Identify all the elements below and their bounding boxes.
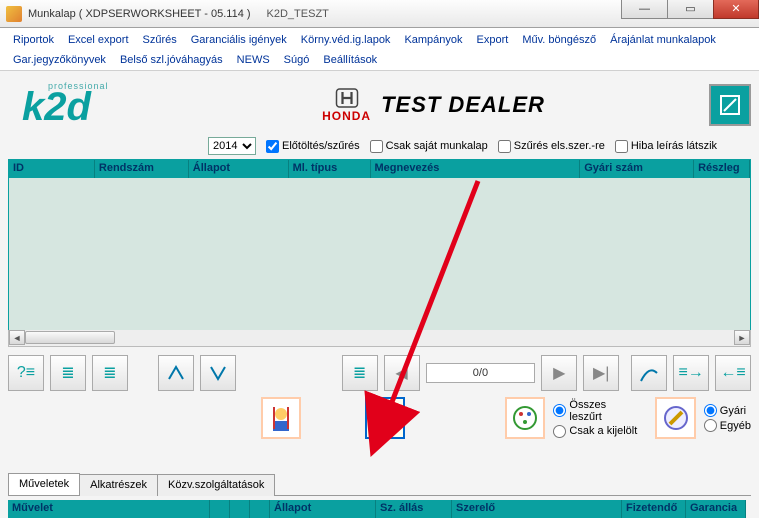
logo-brand: k2d — [22, 85, 91, 130]
tab-alkatreszek[interactable]: Alkatrészek — [79, 474, 158, 496]
tabgrid-col-header[interactable] — [250, 500, 270, 518]
close-button[interactable]: ✕ — [713, 0, 759, 19]
menu-garancialis[interactable]: Garanciális igények — [184, 30, 294, 50]
paint-button[interactable] — [655, 397, 695, 439]
list-button[interactable]: ≣ — [50, 355, 86, 391]
tabgrid-col-header[interactable]: Garancia — [686, 500, 746, 518]
grid-col-header[interactable]: Részleg — [694, 160, 750, 178]
menu-garjegyzo[interactable]: Gar.jegyzőkönyvek — [6, 50, 113, 70]
tabgrid-col-header[interactable] — [230, 500, 250, 518]
grid-col-header[interactable]: Megnevezés — [371, 160, 581, 178]
minimize-button[interactable]: — — [621, 0, 667, 19]
menu-riportok[interactable]: Riportok — [6, 30, 61, 50]
menu-excel-export[interactable]: Excel export — [61, 30, 136, 50]
grid-col-header[interactable]: Gyári szám — [580, 160, 694, 178]
menu-muv-bongeszo[interactable]: Műv. böngésző — [515, 30, 603, 50]
scroll-right-icon[interactable]: ► — [734, 330, 750, 345]
highlighted-action-button[interactable] — [365, 397, 405, 439]
help-button[interactable]: ?≡ — [8, 355, 44, 391]
grid-col-header[interactable]: Állapot — [189, 160, 289, 178]
tabgrid-col-header[interactable] — [210, 500, 230, 518]
menu-beallitasok[interactable]: Beállítások — [316, 50, 384, 70]
prefill-label: Előtöltés/szűrés — [282, 140, 360, 152]
filtered-checkbox[interactable] — [498, 140, 511, 153]
manufacturer-label: HONDA — [322, 109, 371, 123]
type-radiogroup: Gyári Egyéb — [704, 404, 751, 432]
radio-all-label: Összes leszűrt — [569, 399, 637, 423]
last-button[interactable]: ▶| — [583, 355, 619, 391]
grid-hscrollbar[interactable]: ◄ ► — [8, 330, 751, 347]
tab-kozv[interactable]: Közv.szolgáltatások — [157, 474, 275, 496]
tabgrid-col-header[interactable]: Szerelő — [452, 500, 622, 518]
radio-all[interactable] — [553, 404, 566, 417]
toolbar-row-2: Összes leszűrt Csak a kijelölt Gyári Egy… — [8, 397, 751, 439]
list2-button[interactable]: ≣ — [92, 355, 128, 391]
menu-arajanlat[interactable]: Árajánlat munkalapok — [603, 30, 723, 50]
scroll-left-icon[interactable]: ◄ — [9, 330, 25, 345]
filtered-label: Szűrés els.szer.-re — [514, 140, 605, 152]
sort-desc-button[interactable] — [200, 355, 236, 391]
sort-asc-button[interactable] — [158, 355, 194, 391]
tabgrid-col-header[interactable]: Állapot — [270, 500, 376, 518]
menu-sugo[interactable]: Súgó — [277, 50, 317, 70]
grid-col-header[interactable]: ID — [9, 160, 95, 178]
errdesc-checkbox[interactable] — [615, 140, 628, 153]
first-button[interactable]: ◀ — [384, 355, 420, 391]
dealer-name: TEST DEALER — [381, 92, 545, 118]
errdesc-label: Hiba leírás látszik — [631, 140, 717, 152]
tabgrid-col-header[interactable]: Művelet — [8, 500, 210, 518]
prefill-checkbox[interactable] — [266, 140, 279, 153]
year-select[interactable]: 2014 — [208, 137, 256, 155]
radio-gyari-label: Gyári — [720, 405, 746, 417]
maximize-button[interactable]: ▭ — [667, 0, 713, 19]
own-label: Csak saját munkalap — [386, 140, 488, 152]
detail-tabs: Műveletek Alkatrészek Közv.szolgáltatáso… — [8, 473, 751, 518]
tab-muveletek[interactable]: Műveletek — [8, 473, 80, 495]
tabgrid-col-header[interactable]: Fizetendő — [622, 500, 686, 518]
radio-egyeb-label: Egyéb — [720, 420, 751, 432]
filter-scope-radiogroup: Összes leszűrt Csak a kijelölt — [553, 399, 637, 438]
app-icon — [6, 6, 22, 22]
logo-k2d: professional k2d — [8, 81, 158, 129]
menu-export[interactable]: Export — [470, 30, 516, 50]
manufacturer-badge: HONDA — [322, 87, 371, 123]
honda-h-icon — [332, 87, 362, 109]
client-area: professional k2d HONDA TEST DEALER 2014 … — [0, 71, 759, 518]
next-button[interactable]: ▶ — [541, 355, 577, 391]
user-button[interactable] — [261, 397, 301, 439]
edit-worksheet-button[interactable] — [709, 84, 751, 126]
grid-col-header[interactable]: Ml. típus — [289, 160, 371, 178]
pager-display: 0/0 — [426, 363, 536, 383]
tool-b-button[interactable]: ≡→ — [673, 355, 709, 391]
radio-egyeb[interactable] — [704, 419, 717, 432]
titlebar: Munkalap ( XDPSERWORKSHEET - 05.114 ) K2… — [0, 0, 759, 28]
radio-selected[interactable] — [553, 425, 566, 438]
menubar: Riportok Excel export Szűrés Garanciális… — [0, 28, 759, 71]
tool-c-button[interactable]: ←≡ — [715, 355, 751, 391]
worksheet-grid[interactable]: IDRendszámÁllapotMl. típusMegnevezésGyár… — [8, 159, 751, 331]
menu-kampanyok[interactable]: Kampányok — [397, 30, 469, 50]
tabgrid-col-header[interactable]: Sz. állás — [376, 500, 452, 518]
palette-button[interactable] — [505, 397, 545, 439]
window-title: Munkalap ( XDPSERWORKSHEET - 05.114 ) — [28, 8, 251, 20]
grid-col-header[interactable]: Rendszám — [95, 160, 189, 178]
menu-belso-szl[interactable]: Belső szl.jóváhagyás — [113, 50, 230, 70]
own-checkbox[interactable] — [370, 140, 383, 153]
toolbar-row-1: ?≡ ≣ ≣ ≣ ◀ 0/0 ▶ ▶| ≡→ ←≡ — [8, 355, 751, 391]
radio-gyari[interactable] — [704, 404, 717, 417]
window-subtitle: K2D_TESZT — [267, 8, 329, 20]
menu-szures[interactable]: Szűrés — [136, 30, 184, 50]
radio-selected-label: Csak a kijelölt — [569, 425, 637, 437]
menu-kornyved[interactable]: Körny.véd.ig.lapok — [294, 30, 398, 50]
filter-row: 2014 Előtöltés/szűrés Csak saját munkala… — [208, 137, 751, 155]
align-button[interactable]: ≣ — [342, 355, 378, 391]
tool-a-button[interactable] — [631, 355, 667, 391]
menu-news[interactable]: NEWS — [230, 50, 277, 70]
scroll-thumb[interactable] — [25, 331, 115, 344]
